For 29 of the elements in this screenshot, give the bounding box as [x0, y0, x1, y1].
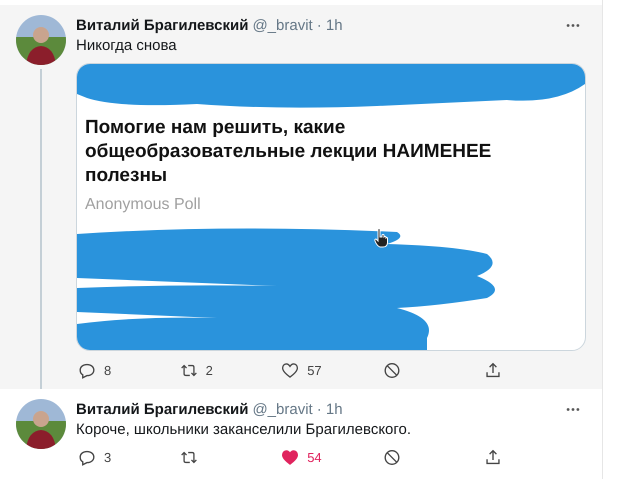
- block-icon[interactable]: [382, 448, 401, 466]
- author-name[interactable]: Виталий Брагилевский: [76, 400, 248, 418]
- retweet-count: 2: [206, 362, 213, 378]
- author-handle: @_bravit: [252, 16, 313, 34]
- like-count: 54: [307, 450, 322, 464]
- hand-cursor-icon: [374, 228, 388, 248]
- tweet-text: Короче, школьники заканселили Брагилевского.: [76, 421, 412, 438]
- tweet-time[interactable]: · 1h: [316, 400, 343, 418]
- poll-subtitle: Anonymous Poll: [85, 196, 202, 214]
- tweet-text: Никогда снова: [76, 37, 178, 54]
- author-handle: @_bravit: [252, 400, 313, 418]
- reply-count: 8: [104, 362, 112, 378]
- avatar[interactable]: [16, 15, 66, 65]
- share-icon[interactable]: [484, 362, 502, 378]
- image-card[interactable]: Помогие нам решить, какие общеобразовательные лекции НАИМЕНЕЕ полезны Anonymous Poll: [76, 63, 586, 351]
- reply-icon[interactable]: [78, 448, 96, 466]
- more-icon[interactable]: [566, 406, 580, 412]
- reply-count: 3: [104, 450, 112, 464]
- author-name[interactable]: Виталий Брагилевский: [76, 16, 248, 34]
- reply-icon[interactable]: [78, 362, 96, 378]
- avatar[interactable]: [16, 399, 66, 449]
- more-icon[interactable]: [566, 22, 580, 28]
- poll-heading: Помогие нам решить, какие общеобразовательные лекции НАИМЕНЕЕ полезны: [85, 116, 492, 188]
- heart-icon[interactable]: [281, 448, 300, 466]
- tweet-time[interactable]: · 1h: [316, 16, 343, 34]
- block-icon[interactable]: [382, 362, 401, 378]
- heart-icon[interactable]: [281, 362, 300, 378]
- like-count: 57: [307, 362, 322, 378]
- share-icon[interactable]: [484, 448, 502, 466]
